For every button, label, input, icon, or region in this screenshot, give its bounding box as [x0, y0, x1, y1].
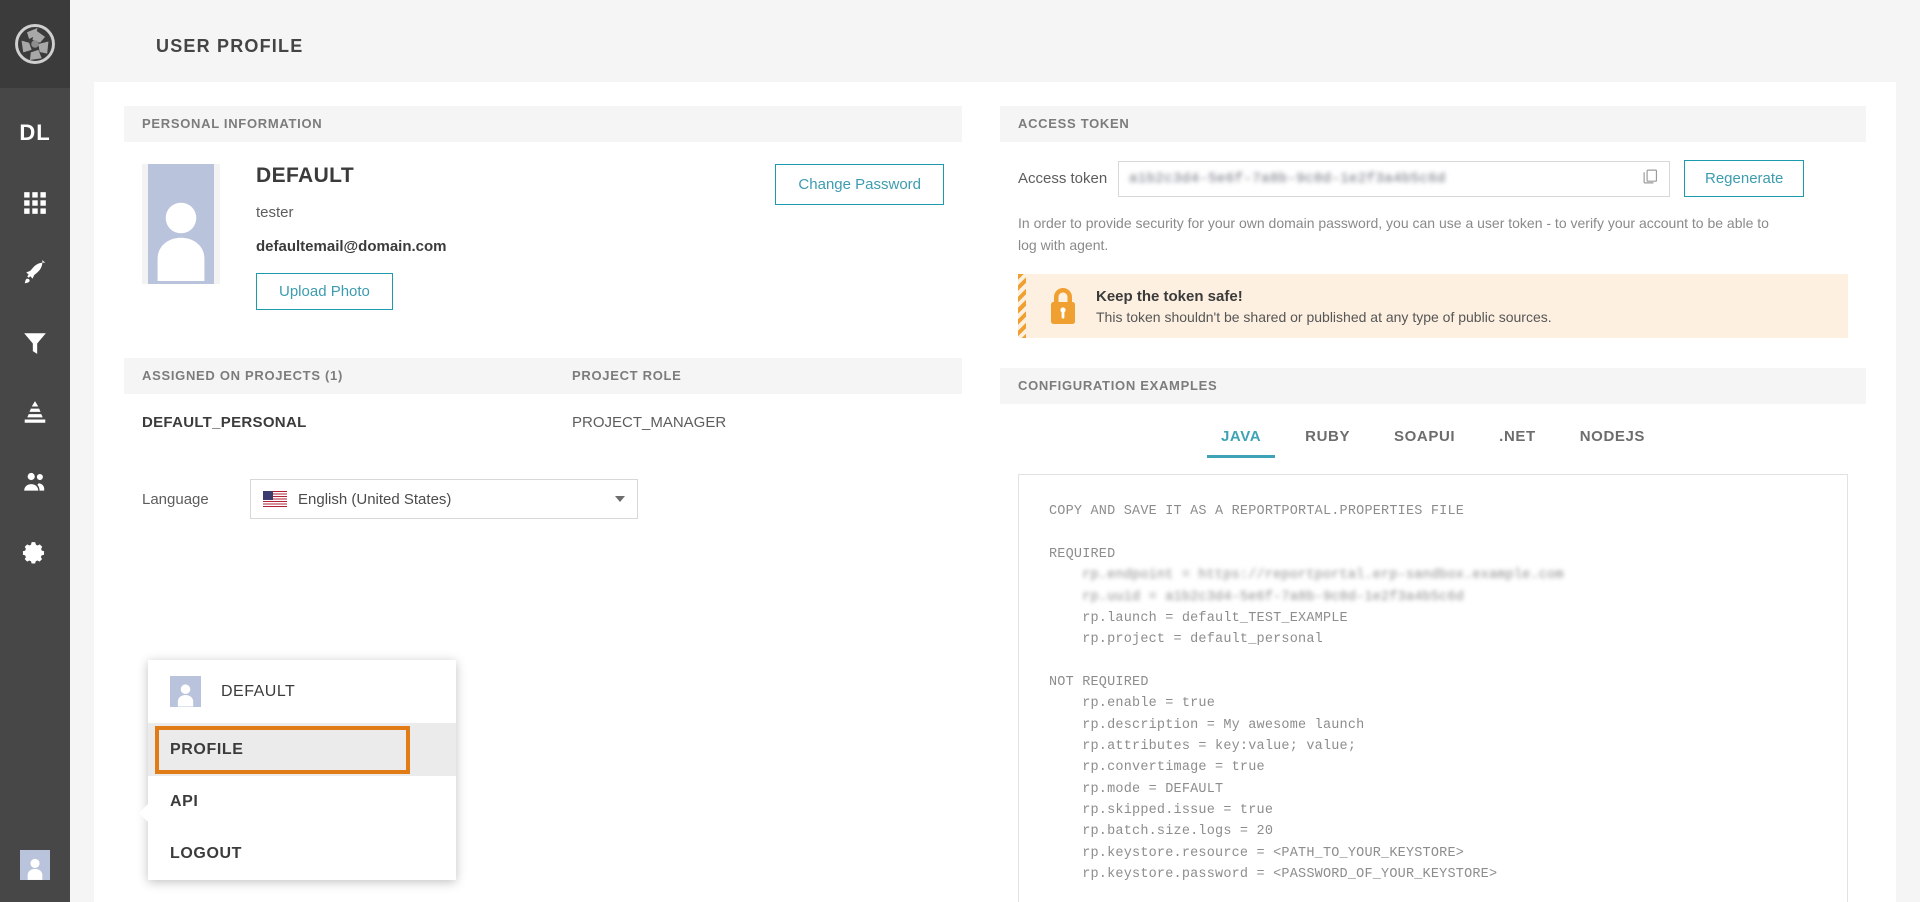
- user-menu-item-label: API: [170, 793, 198, 810]
- profile-email: defaultemail@domain.com: [256, 238, 447, 255]
- tab-soapui[interactable]: SOAPUI: [1380, 418, 1469, 458]
- sidebar-item-debug[interactable]: [0, 378, 70, 448]
- sidebar-bottom: [0, 850, 70, 902]
- code-uuid-line: rp.uuid = a1b2c3d4-5e6f-7a8b-9c0d-1e2f3a…: [1049, 587, 1817, 608]
- warning-text: This token shouldn't be shared or publis…: [1096, 309, 1552, 325]
- code-not-required-title: NOT REQUIRED: [1049, 672, 1817, 693]
- access-token-row: Access token a1b2c3d4-5e6f-7a8b-9c0d-1e2…: [1000, 142, 1866, 197]
- table-row[interactable]: DEFAULT_PERSONAL PROJECT_MANAGER: [124, 394, 962, 431]
- project-role: PROJECT_MANAGER: [572, 414, 726, 431]
- lock-icon: [1046, 286, 1080, 326]
- tab-nodejs[interactable]: NODEJS: [1566, 418, 1659, 458]
- personal-information-body: DEFAULT tester defaultemail@domain.com U…: [124, 142, 962, 310]
- rocket-launch-icon: [22, 260, 48, 286]
- dashboard-grid-icon: [22, 190, 48, 216]
- user-avatar-icon: [154, 188, 208, 284]
- code-line: rp.description = My awesome launch: [1049, 715, 1817, 736]
- members-users-icon: [22, 470, 48, 496]
- access-token-header-label: ACCESS TOKEN: [1018, 106, 1129, 142]
- code-required-title: REQUIRED: [1049, 544, 1817, 565]
- user-avatar-icon: [170, 676, 201, 707]
- user-menu-item-label: PROFILE: [170, 741, 244, 758]
- sidebar-nav: [0, 168, 70, 588]
- access-token-value: a1b2c3d4-5e6f-7a8b-9c0d-1e2f3a4b5c6d: [1129, 171, 1446, 187]
- project-name: DEFAULT_PERSONAL: [142, 414, 572, 431]
- profile-fields: DEFAULT tester defaultemail@domain.com U…: [220, 164, 447, 310]
- user-menu-popup: DEFAULT PROFILE API LOGOUT: [148, 660, 456, 880]
- user-menu-item-api[interactable]: API: [148, 776, 456, 828]
- assigned-projects-header: ASSIGNED ON PROJECTS (1) PROJECT ROLE: [124, 358, 962, 394]
- language-row: Language English (United States): [124, 431, 962, 519]
- tab-dotnet[interactable]: .NET: [1485, 418, 1550, 458]
- assigned-projects-col-label: ASSIGNED ON PROJECTS (1): [142, 358, 572, 394]
- code-launch-line: rp.launch = default_TEST_EXAMPLE: [1049, 608, 1817, 629]
- personal-information-header-label: PERSONAL INFORMATION: [142, 106, 322, 142]
- upload-photo-button[interactable]: Upload Photo: [256, 273, 393, 310]
- profile-name: DEFAULT: [256, 164, 447, 188]
- code-line: rp.enable = true: [1049, 693, 1817, 714]
- main-area: USER PROFILE PERSONAL INFORMATION: [70, 0, 1920, 902]
- debug-cone-icon: [22, 400, 48, 426]
- code-project-line: rp.project = default_personal: [1049, 629, 1817, 650]
- code-endpoint-line: rp.endpoint = https://reportportal.erp-s…: [1049, 565, 1817, 586]
- sidebar-item-launches[interactable]: [0, 238, 70, 308]
- reportportal-aperture-logo-icon: [14, 23, 56, 65]
- code-line: rp.attributes = key:value; value;: [1049, 736, 1817, 757]
- keep-token-safe-warning: Keep the token safe! This token shouldn'…: [1018, 274, 1848, 338]
- configuration-tabs: JAVA RUBY SOAPUI .NET NODEJS: [1000, 404, 1866, 458]
- funnel-filter-icon: [22, 330, 48, 356]
- tab-java[interactable]: JAVA: [1207, 418, 1275, 458]
- change-password-button[interactable]: Change Password: [775, 164, 944, 205]
- sidebar-item-filters[interactable]: [0, 308, 70, 378]
- sidebar-user-avatar[interactable]: [20, 850, 50, 880]
- access-token-header: ACCESS TOKEN: [1000, 106, 1866, 142]
- profile-role: tester: [256, 204, 447, 221]
- project-role-col-label: PROJECT ROLE: [572, 358, 682, 394]
- sidebar-item-members[interactable]: [0, 448, 70, 518]
- warning-stripe: [1018, 274, 1026, 338]
- access-token-description: In order to provide security for your ow…: [1000, 197, 1800, 256]
- user-menu-account[interactable]: DEFAULT: [148, 660, 456, 724]
- sidebar: DL: [0, 0, 70, 902]
- language-selected-value: English (United States): [298, 491, 451, 508]
- right-column: ACCESS TOKEN Access token a1b2c3d4-5e6f-…: [1000, 106, 1866, 902]
- code-line: rp.skipped.issue = true: [1049, 800, 1817, 821]
- access-token-input[interactable]: a1b2c3d4-5e6f-7a8b-9c0d-1e2f3a4b5c6d: [1118, 161, 1670, 197]
- language-label: Language: [142, 491, 250, 508]
- configuration-code-block: COPY AND SAVE IT AS A REPORTPORTAL.PROPE…: [1018, 474, 1848, 902]
- user-avatar-icon: [24, 856, 46, 880]
- user-menu-item-logout[interactable]: LOGOUT: [148, 828, 456, 880]
- warning-title: Keep the token safe!: [1096, 288, 1552, 305]
- access-token-label: Access token: [1018, 170, 1118, 187]
- code-line: rp.keystore.password = <PASSWORD_OF_YOUR…: [1049, 864, 1817, 885]
- profile-avatar: [142, 164, 220, 284]
- code-line: rp.keystore.resource = <PATH_TO_YOUR_KEY…: [1049, 843, 1817, 864]
- code-line: rp.convertimage = true: [1049, 757, 1817, 778]
- code-line: rp.mode = DEFAULT: [1049, 779, 1817, 800]
- language-select[interactable]: English (United States): [250, 479, 638, 519]
- sidebar-item-dashboards[interactable]: [0, 168, 70, 238]
- code-line: rp.batch.size.logs = 20: [1049, 821, 1817, 842]
- regenerate-token-button[interactable]: Regenerate: [1684, 160, 1804, 197]
- app-root: DL: [0, 0, 1920, 902]
- sidebar-item-settings[interactable]: [0, 518, 70, 588]
- configuration-examples-header-label: CONFIGURATION EXAMPLES: [1018, 368, 1217, 404]
- code-intro-line: COPY AND SAVE IT AS A REPORTPORTAL.PROPE…: [1049, 501, 1817, 522]
- app-logo[interactable]: [0, 0, 70, 88]
- gear-settings-icon: [22, 540, 48, 566]
- user-menu-item-label: LOGOUT: [170, 845, 242, 862]
- page-title: USER PROFILE: [70, 0, 1920, 57]
- user-menu-username: DEFAULT: [221, 683, 295, 701]
- copy-icon[interactable]: [1642, 168, 1659, 190]
- sidebar-project-initials[interactable]: DL: [0, 98, 70, 168]
- flag-us-icon: [263, 491, 287, 507]
- personal-information-header: PERSONAL INFORMATION: [124, 106, 962, 142]
- user-menu-item-profile[interactable]: PROFILE: [148, 724, 456, 776]
- configuration-examples-header: CONFIGURATION EXAMPLES: [1000, 368, 1866, 404]
- chevron-down-icon: [615, 496, 625, 502]
- tab-ruby[interactable]: RUBY: [1291, 418, 1364, 458]
